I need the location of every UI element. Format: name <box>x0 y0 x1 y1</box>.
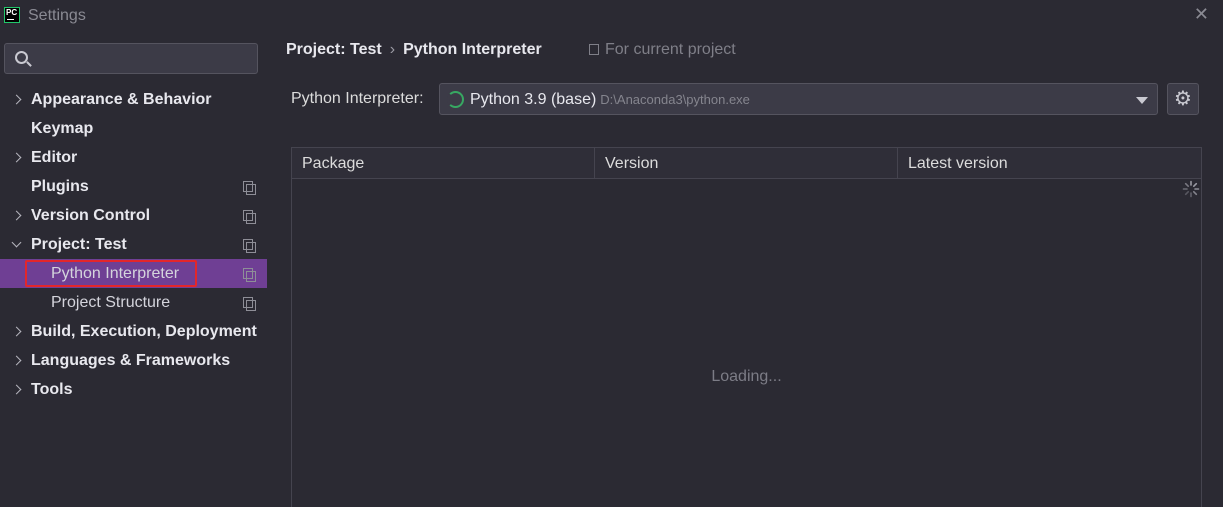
sidebar-item-label: Python Interpreter <box>51 265 180 282</box>
for-current-project-note: For current project <box>589 41 736 59</box>
pycharm-logo-icon: PC <box>4 7 20 23</box>
project-scope-icon <box>243 297 256 311</box>
sidebar-item-editor[interactable]: Editor <box>0 143 267 172</box>
chevron-right-icon[interactable] <box>11 317 23 346</box>
for-current-project-label: For current project <box>605 41 736 58</box>
sidebar-item-label: Editor <box>31 149 78 166</box>
python-interpreter-icon <box>447 91 464 108</box>
table-header: Package Version Latest version <box>292 148 1201 179</box>
sidebar-item-project-test[interactable]: Project: Test <box>0 230 267 259</box>
sidebar-item-label: Project Structure <box>51 294 171 311</box>
sidebar-item-label: Languages & Frameworks <box>31 352 231 369</box>
chevron-right-icon[interactable] <box>11 201 23 230</box>
project-scope-icon <box>243 239 256 253</box>
window-title: Settings <box>28 7 86 24</box>
column-header-package[interactable]: Package <box>292 148 595 178</box>
project-scope-icon <box>243 181 256 195</box>
project-scope-icon <box>243 268 256 282</box>
breadcrumb-parent[interactable]: Project: Test <box>286 41 382 58</box>
interpreter-name: Python 3.9 (base) <box>470 91 597 108</box>
settings-window: PC Settings ✕ Appearance & Behavior Keym… <box>0 0 1223 507</box>
project-scope-icon <box>243 210 256 224</box>
sidebar-item-label: Version Control <box>31 207 151 224</box>
packages-table: Package Version Latest version Loading..… <box>291 147 1202 507</box>
dropdown-arrow-icon[interactable] <box>1136 97 1148 104</box>
loading-spinner-icon <box>1182 180 1200 198</box>
sidebar-item-project-structure[interactable]: Project Structure <box>0 288 267 317</box>
interpreter-select[interactable]: Python 3.9 (base) D:\Anaconda3\python.exe <box>439 83 1158 115</box>
sidebar-item-build-execution-deployment[interactable]: Build, Execution, Deployment <box>0 317 267 346</box>
breadcrumb-separator: › <box>389 41 396 58</box>
close-icon[interactable]: ✕ <box>1194 4 1209 25</box>
chevron-right-icon[interactable] <box>11 143 23 172</box>
sidebar-item-tools[interactable]: Tools <box>0 375 267 404</box>
settings-content: Project: Test › Python Interpreter For cur… <box>267 32 1223 507</box>
chevron-right-icon[interactable] <box>11 85 23 114</box>
loading-status: Loading... <box>711 368 782 385</box>
interpreter-path: D:\Anaconda3\python.exe <box>600 92 750 107</box>
interpreter-value: Python 3.9 (base) D:\Anaconda3\python.exe <box>470 91 750 109</box>
sidebar-item-python-interpreter[interactable]: Python Interpreter <box>0 259 267 288</box>
project-scope-icon <box>589 44 599 55</box>
settings-tree: Appearance & Behavior Keymap Editor Plug… <box>0 85 267 404</box>
interpreter-label: Python Interpreter: <box>291 90 424 107</box>
column-header-version[interactable]: Version <box>595 148 898 178</box>
sidebar-item-label: Project: Test <box>31 236 127 253</box>
search-icon <box>15 51 28 64</box>
sidebar-item-label: Plugins <box>31 178 89 195</box>
gear-icon: ⚙ <box>1174 88 1192 110</box>
chevron-down-icon[interactable] <box>11 230 23 259</box>
sidebar-item-label: Tools <box>31 381 73 398</box>
sidebar-item-label: Keymap <box>31 120 94 137</box>
search-input[interactable] <box>4 43 258 74</box>
sidebar-item-version-control[interactable]: Version Control <box>0 201 267 230</box>
chevron-right-icon[interactable] <box>11 346 23 375</box>
sidebar-item-label: Build, Execution, Deployment <box>31 323 257 340</box>
sidebar-item-languages-frameworks[interactable]: Languages & Frameworks <box>0 346 267 375</box>
chevron-right-icon[interactable] <box>11 375 23 404</box>
breadcrumb: Project: Test › Python Interpreter <box>286 41 542 59</box>
title-bar: PC Settings ✕ <box>0 0 1223 32</box>
sidebar-item-appearance-behavior[interactable]: Appearance & Behavior <box>0 85 267 114</box>
sidebar-item-plugins[interactable]: Plugins <box>0 172 267 201</box>
sidebar-item-keymap[interactable]: Keymap <box>0 114 267 143</box>
interpreter-settings-button[interactable]: ⚙ <box>1167 83 1199 115</box>
settings-sidebar: Appearance & Behavior Keymap Editor Plug… <box>0 32 267 507</box>
sidebar-item-label: Appearance & Behavior <box>31 91 212 108</box>
column-header-latest-version[interactable]: Latest version <box>898 148 1201 178</box>
breadcrumb-current: Python Interpreter <box>403 41 542 58</box>
